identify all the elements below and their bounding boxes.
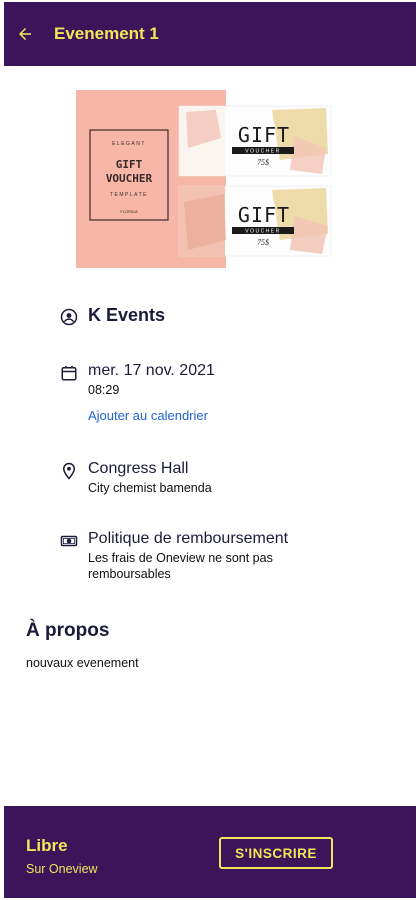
event-time: 08:29 <box>88 383 120 397</box>
left-card-text-3: VOUCHER <box>106 172 153 185</box>
add-to-calendar-link[interactable]: Ajouter au calendrier <box>88 408 215 423</box>
left-card-text-5: FLORIDA <box>120 209 138 214</box>
platform-label: Sur Oneview <box>26 862 98 876</box>
event-image: ELEGANT GIFT VOUCHER TEMPLATE FLORIDA GI… <box>76 90 342 268</box>
app-bar: Evenement 1 <box>4 2 416 66</box>
voucher-bottom-title: GIFT <box>238 203 290 227</box>
arrow-back-icon <box>19 28 31 40</box>
about-text: nouvaux evenement <box>26 656 139 670</box>
account-circle-icon <box>60 308 78 326</box>
refund-text: Les frais de Oneview ne sont pas rembour… <box>88 551 273 581</box>
voucher-bottom-subtitle: VOUCHER <box>245 229 281 235</box>
page-title: Evenement 1 <box>54 24 159 43</box>
left-card-text-1: ELEGANT <box>112 141 146 147</box>
left-card-text-2: GIFT <box>116 158 143 171</box>
voucher-bottom-amount: 75$ <box>257 238 269 247</box>
bottom-bar: Libre Sur Oneview S'INSCRIRE <box>4 806 416 898</box>
voucher-top-amount: 75$ <box>257 158 269 167</box>
refund-row: Politique de remboursement Les frais de … <box>60 530 328 582</box>
register-button[interactable]: S'INSCRIRE <box>219 837 333 869</box>
location-pin-icon <box>62 462 76 480</box>
location-row: Congress Hall City chemist bamenda <box>60 460 212 496</box>
voucher-top-subtitle: VOUCHER <box>245 149 281 155</box>
date-row: mer. 17 nov. 2021 08:29 Ajouter au calen… <box>60 362 215 423</box>
organizer-row[interactable]: K Events <box>60 305 166 326</box>
venue-name: Congress Hall <box>88 460 189 477</box>
voucher-bottom: GIFT VOUCHER 75$ <box>178 185 332 257</box>
voucher-top: GIFT VOUCHER 75$ <box>178 105 332 177</box>
calendar-icon <box>61 365 77 381</box>
app-screen: Evenement 1 ELEGANT GIFT VOUCHER TEMPLAT… <box>4 2 416 898</box>
left-card-text-4: TEMPLATE <box>110 192 148 198</box>
money-icon <box>60 535 78 547</box>
event-date: mer. 17 nov. 2021 <box>88 362 215 379</box>
price-label: Libre <box>26 836 68 855</box>
organizer-name: K Events <box>88 305 166 325</box>
venue-address: City chemist bamenda <box>88 481 212 495</box>
voucher-top-title: GIFT <box>238 123 290 147</box>
back-button[interactable] <box>10 19 40 49</box>
about-heading: À propos <box>26 620 110 641</box>
refund-title: Politique de remboursement <box>88 530 289 547</box>
